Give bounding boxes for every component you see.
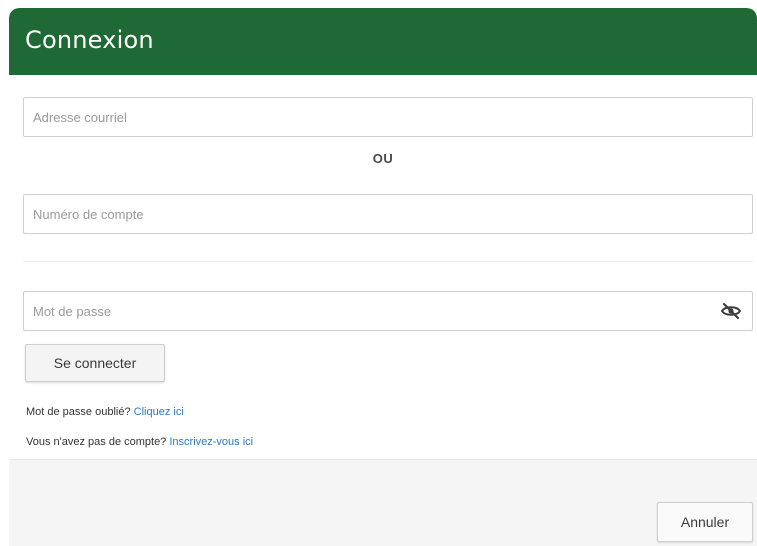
- password-field-container: [23, 291, 753, 331]
- dialog-footer: Annuler: [9, 459, 757, 546]
- login-dialog: Connexion OU Se connecter Mot de passe o…: [9, 8, 757, 546]
- email-field-container: [23, 97, 753, 137]
- signup-link[interactable]: Inscrivez-vous ici: [169, 436, 253, 448]
- forgot-password-line: Mot de passe oublié? Cliquez ici: [26, 406, 184, 418]
- dialog-title: Connexion: [25, 26, 154, 54]
- account-number-field-container: [23, 194, 753, 234]
- eye-slash-icon[interactable]: [720, 301, 742, 321]
- forgot-password-text: Mot de passe oublié?: [26, 406, 131, 418]
- login-button[interactable]: Se connecter: [25, 344, 165, 382]
- section-divider: [23, 261, 753, 262]
- email-field[interactable]: [24, 98, 713, 136]
- cancel-button[interactable]: Annuler: [657, 502, 753, 542]
- or-separator-label: OU: [372, 151, 394, 166]
- account-number-field[interactable]: [24, 195, 713, 233]
- password-field[interactable]: [24, 292, 713, 330]
- signup-text: Vous n'avez pas de compte?: [26, 436, 167, 448]
- dialog-header: Connexion: [9, 8, 757, 75]
- signup-line: Vous n'avez pas de compte? Inscrivez-vou…: [26, 436, 253, 448]
- forgot-password-link[interactable]: Cliquez ici: [134, 406, 184, 418]
